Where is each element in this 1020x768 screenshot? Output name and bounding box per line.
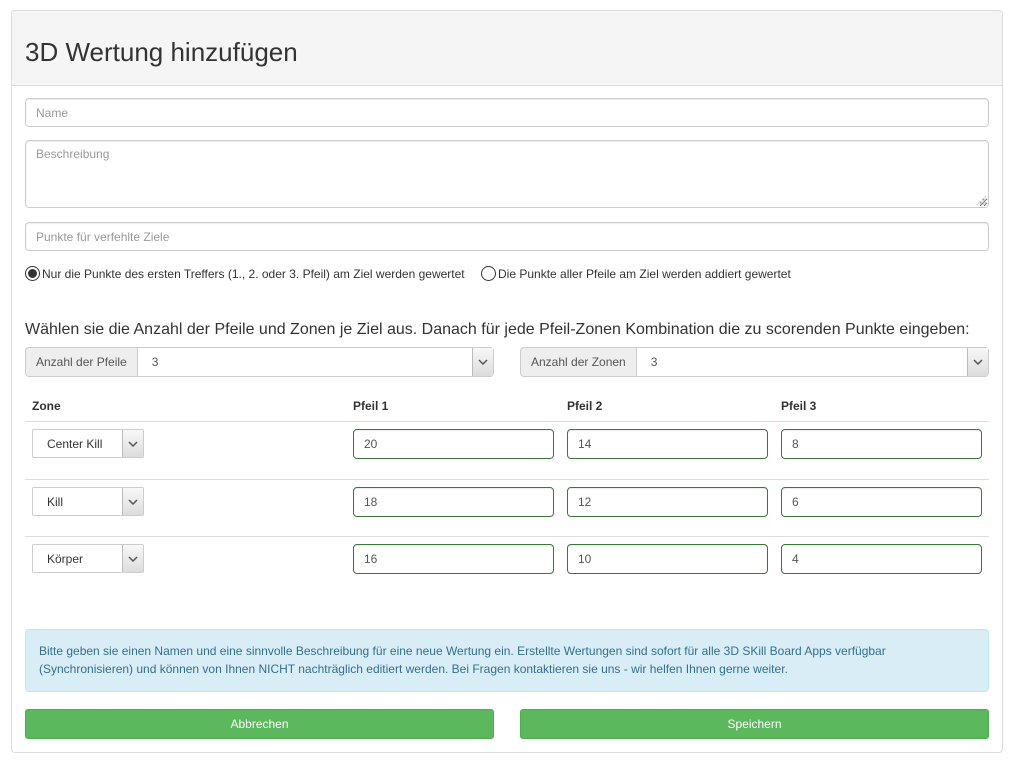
score-input-r1-a2[interactable] <box>567 429 768 459</box>
chevron-down-icon[interactable] <box>472 348 493 376</box>
zone-select-value: Kill <box>47 494 64 509</box>
radio-all-arrows-control[interactable] <box>481 266 496 281</box>
score-input-r2-a3[interactable] <box>781 487 982 517</box>
score-input-r3-a2[interactable] <box>567 544 768 574</box>
table-header-arrow-2: Pfeil 2 <box>567 399 603 413</box>
zone-select-value: Körper <box>47 551 84 566</box>
table-header-arrow-3: Pfeil 3 <box>781 399 817 413</box>
zone-select-value: Center Kill <box>47 436 103 451</box>
chevron-down-icon[interactable] <box>122 488 143 515</box>
cancel-button[interactable]: Abbrechen <box>25 709 494 739</box>
save-button[interactable]: Speichern <box>520 709 989 739</box>
radio-all-arrows[interactable]: Die Punkte aller Pfeile am Ziel werden a… <box>481 266 791 281</box>
table-header-zone: Zone <box>32 399 61 413</box>
panel-heading: 3D Wertung hinzufügen <box>12 11 1002 86</box>
chevron-down-icon[interactable] <box>122 545 143 572</box>
table-header-divider <box>25 421 989 422</box>
table-header-arrow-1: Pfeil 1 <box>353 399 389 413</box>
score-input-r1-a1[interactable] <box>353 429 554 459</box>
instruction-text: Wählen sie die Anzahl der Pfeile und Zon… <box>25 321 970 338</box>
table-row-divider <box>25 536 989 537</box>
zones-select-group: Anzahl der Zonen 3 <box>520 347 989 377</box>
missed-points-input[interactable] <box>25 222 989 251</box>
chevron-down-icon[interactable] <box>122 430 143 457</box>
description-textarea[interactable] <box>25 140 989 208</box>
arrows-select-value: 3 <box>151 355 159 369</box>
zones-select-value: 3 <box>650 355 658 369</box>
info-alert: Bitte geben sie einen Namen und eine sin… <box>25 629 989 692</box>
chevron-down-icon[interactable] <box>967 348 988 376</box>
name-input[interactable] <box>25 98 989 127</box>
radio-all-arrows-label: Die Punkte aller Pfeile am Ziel werden a… <box>498 266 791 281</box>
radio-first-hit-control[interactable] <box>25 266 40 281</box>
description-wrapper <box>25 140 989 208</box>
arrows-select[interactable]: 3 <box>136 347 494 377</box>
radio-first-hit[interactable]: Nur die Punkte des ersten Treffers (1., … <box>25 266 465 281</box>
table-row-divider <box>25 479 989 480</box>
zones-select[interactable]: 3 <box>635 347 989 377</box>
score-input-r2-a2[interactable] <box>567 487 768 517</box>
radio-selected-dot <box>28 269 37 278</box>
score-input-r3-a1[interactable] <box>353 544 554 574</box>
page-title: 3D Wertung hinzufügen <box>25 37 298 67</box>
radio-first-hit-label: Nur die Punkte des ersten Treffers (1., … <box>42 266 465 281</box>
score-input-r3-a3[interactable] <box>781 544 982 574</box>
score-input-r1-a3[interactable] <box>781 429 982 459</box>
score-input-r2-a1[interactable] <box>353 487 554 517</box>
arrows-select-label: Anzahl der Pfeile <box>25 347 137 377</box>
zone-select-row-3[interactable]: Körper <box>32 544 144 573</box>
zone-select-row-2[interactable]: Kill <box>32 487 144 516</box>
zones-select-label: Anzahl der Zonen <box>520 347 636 377</box>
zone-select-row-1[interactable]: Center Kill <box>32 429 144 458</box>
arrows-select-group: Anzahl der Pfeile 3 <box>25 347 494 377</box>
